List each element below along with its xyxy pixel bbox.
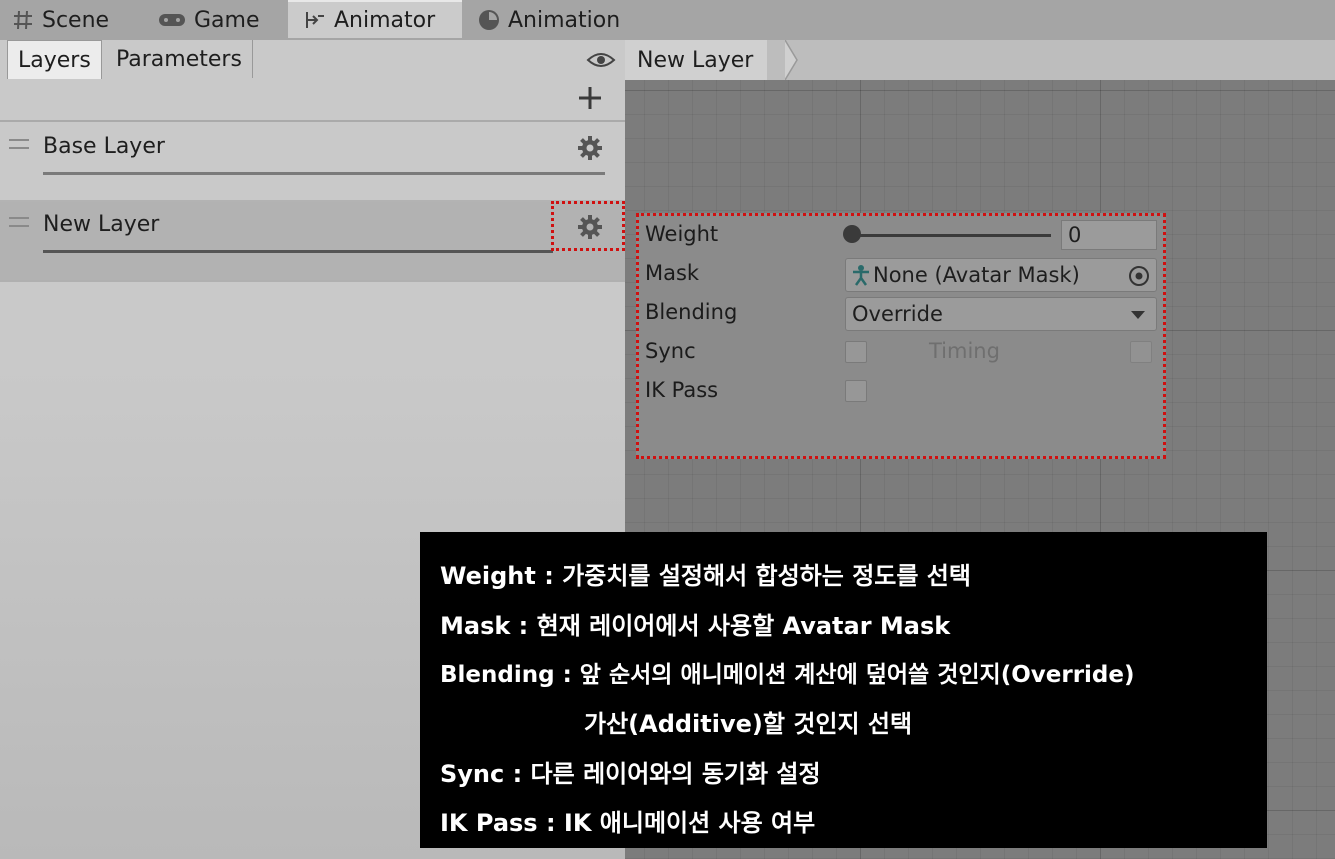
layer-item-base[interactable]: Base Layer [0, 122, 625, 200]
gear-icon[interactable] [577, 135, 603, 165]
eye-icon[interactable] [586, 50, 616, 74]
mask-label: Mask [645, 261, 700, 285]
tab-layers-label: Layers [18, 47, 91, 73]
chevron-down-icon [1130, 310, 1146, 320]
ikpass-checkbox[interactable] [845, 380, 867, 402]
weight-value-field[interactable]: 0 [1061, 220, 1157, 250]
layer-name: New Layer [43, 212, 160, 237]
layer-weight-bar [43, 172, 605, 175]
weight-slider-track[interactable] [851, 234, 1051, 237]
clock-icon [478, 9, 500, 31]
gear-highlight-box [551, 201, 625, 251]
tab-animation[interactable]: Animation [478, 0, 620, 40]
tab-layers[interactable]: Layers [7, 40, 102, 79]
breadcrumb-label: New Layer [637, 47, 754, 73]
tab-animator-label: Animator [334, 7, 436, 33]
caption-line: Sync : 다른 레이어와의 동기화 설정 [440, 760, 821, 788]
tab-game-label: Game [194, 7, 260, 33]
layer-settings-popup: Weight 0 Mask None (Avatar Mask) Blendin… [636, 213, 1166, 459]
blending-label: Blending [645, 300, 738, 324]
gamepad-icon [158, 11, 186, 29]
breadcrumb-item[interactable]: New Layer [625, 40, 768, 80]
tab-parameters-label: Parameters [116, 46, 242, 72]
weight-slider-handle[interactable] [843, 225, 861, 243]
caption-line: Weight : 가중치를 설정해서 합성하는 정도를 선택 [440, 562, 971, 590]
tab-animation-label: Animation [508, 7, 621, 33]
divider [0, 280, 625, 282]
layer-name: Base Layer [43, 134, 165, 159]
editor-tab-strip: Scene Game Animator Animation [0, 0, 1335, 40]
breadcrumb: New Layer [625, 39, 1335, 84]
timing-checkbox[interactable] [1130, 341, 1152, 363]
tab-scene[interactable]: Scene [12, 0, 109, 40]
tab-game[interactable]: Game [158, 0, 260, 40]
object-picker-icon[interactable] [1128, 265, 1150, 287]
tab-scene-label: Scene [42, 7, 110, 33]
caption-line: IK Pass : IK 애니메이션 사용 여부 [440, 809, 816, 837]
caption-line: Mask : 현재 레이어에서 사용할 Avatar Mask [440, 612, 951, 640]
timing-label: Timing [929, 339, 1000, 363]
breadcrumb-chevron-icon [784, 39, 801, 84]
sync-checkbox[interactable] [845, 341, 867, 363]
blending-value: Override [852, 302, 943, 326]
weight-label: Weight [645, 222, 719, 246]
animator-icon [304, 10, 326, 30]
avatar-icon [852, 264, 870, 286]
add-layer-icon[interactable] [577, 85, 603, 115]
drag-handle-icon[interactable] [9, 217, 29, 227]
caption-line: Blending : 앞 순서의 애니메이션 계산에 덮어쓸 것인지(Overr… [440, 662, 1135, 688]
sync-label: Sync [645, 339, 696, 363]
blending-dropdown[interactable]: Override [845, 297, 1157, 331]
ikpass-label: IK Pass [645, 378, 719, 402]
mask-object-field[interactable]: None (Avatar Mask) [845, 258, 1157, 292]
tab-parameters[interactable]: Parameters [106, 40, 253, 78]
hash-icon [12, 9, 34, 31]
tab-animator[interactable]: Animator [288, 0, 462, 38]
layer-weight-bar [43, 250, 553, 253]
caption-line: 가산(Additive)할 것인지 선택 [584, 710, 913, 738]
caption-overlay: Weight : 가중치를 설정해서 합성하는 정도를 선택 Mask : 현재… [420, 532, 1267, 848]
drag-handle-icon[interactable] [9, 139, 29, 149]
layer-item-new[interactable]: New Layer [0, 202, 625, 280]
mask-value: None (Avatar Mask) [873, 263, 1080, 287]
